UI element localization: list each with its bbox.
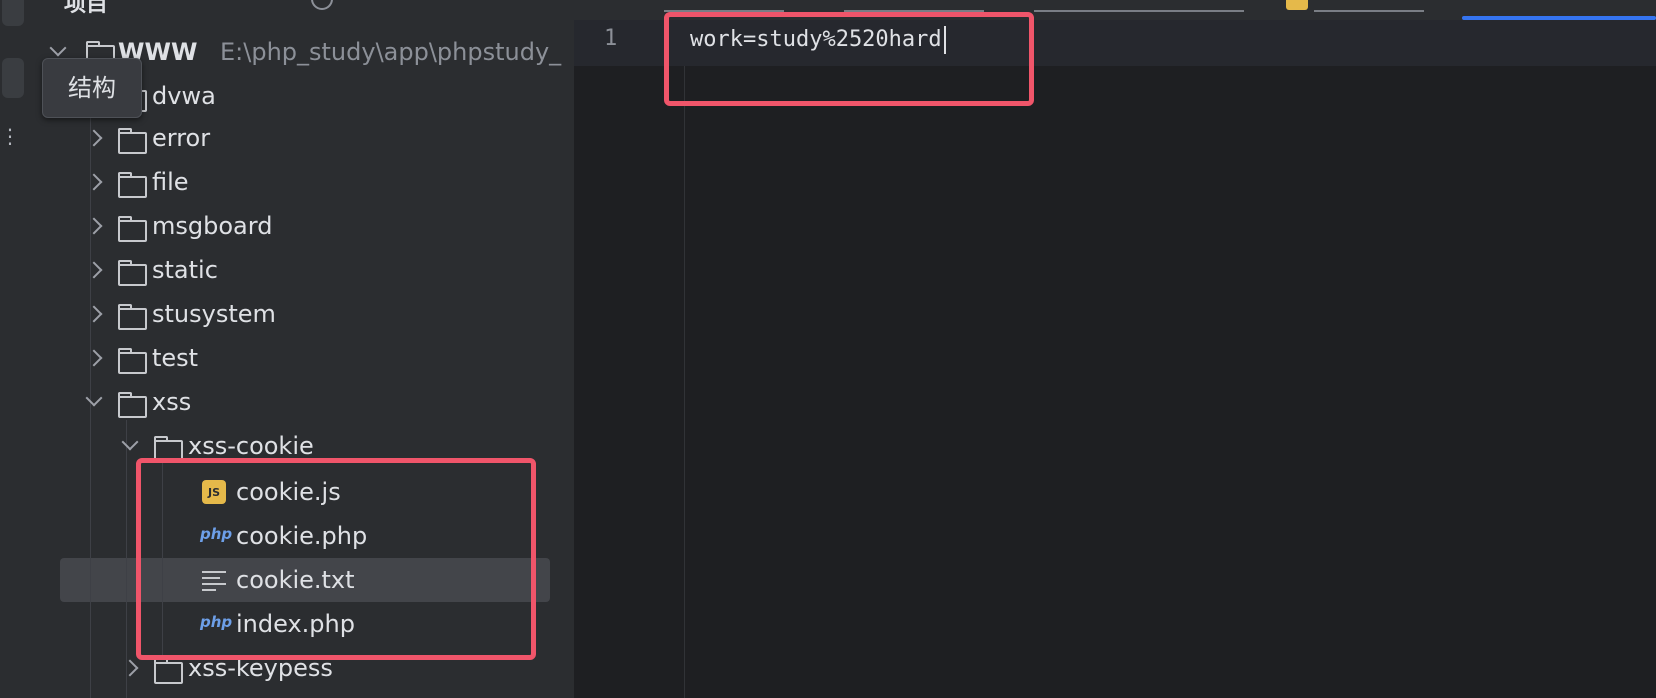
- project-tool-icon[interactable]: [2, 0, 24, 26]
- js-file-icon: [1286, 0, 1308, 10]
- structure-tool-icon[interactable]: [2, 58, 24, 98]
- chevron-down-icon[interactable]: [85, 389, 103, 407]
- chevron-right-icon[interactable]: [85, 129, 103, 147]
- folder-icon: [118, 216, 147, 242]
- tree-item-label: dvwa: [152, 82, 216, 110]
- folder-icon: [118, 260, 147, 286]
- editor-tab[interactable]: [844, 0, 984, 12]
- root-path: E:\php_study\app\phpstudy_: [220, 38, 562, 66]
- gutter-separator: [684, 66, 685, 698]
- folder-icon: [118, 304, 147, 330]
- editor-tab[interactable]: [664, 0, 784, 12]
- code-highlight-box: [664, 12, 1034, 106]
- chevron-right-icon[interactable]: [85, 173, 103, 191]
- editor-tab[interactable]: [1034, 0, 1244, 12]
- editor-pane: 1 work=study%2520hard: [574, 0, 1656, 698]
- folder-icon: [154, 658, 183, 684]
- project-panel-title: 项目: [64, 0, 109, 17]
- chevron-down-icon[interactable]: [49, 39, 67, 57]
- folder-icon: [118, 172, 147, 198]
- activity-bar: ⋮: [0, 0, 37, 698]
- tree-item-label: static: [152, 256, 218, 284]
- tree-guide: [126, 420, 127, 698]
- project-panel-header: 项目: [36, 0, 574, 17]
- tree-item-label: file: [152, 168, 189, 196]
- tree-item-label: test: [152, 344, 199, 372]
- chevron-right-icon[interactable]: [85, 305, 103, 323]
- chevron-right-icon[interactable]: [85, 261, 103, 279]
- chevron-right-icon[interactable]: [85, 349, 103, 367]
- folder-icon: [118, 128, 147, 154]
- chevron-right-icon[interactable]: [121, 659, 139, 677]
- tree-item-label: msgboard: [152, 212, 273, 240]
- folder-icon: [118, 392, 147, 418]
- more-tools-icon[interactable]: ⋮: [0, 124, 21, 148]
- tree-item-label: xss: [152, 388, 192, 416]
- ide-window: ⋮ 项目 WWW E:\php_study\app\phpstudy_ dvwa: [0, 0, 1656, 698]
- folder-icon: [118, 348, 147, 374]
- chevron-right-icon[interactable]: [85, 217, 103, 235]
- tree-item-label: error: [152, 124, 211, 152]
- tree-item-label: stusystem: [152, 300, 276, 328]
- line-number: 1: [604, 26, 618, 51]
- structure-tooltip: 结构: [42, 58, 142, 118]
- files-highlight-box: [136, 458, 536, 660]
- locate-file-icon[interactable]: [311, 0, 333, 10]
- editor-tab[interactable]: [1314, 0, 1424, 12]
- chevron-down-icon[interactable]: [121, 433, 139, 451]
